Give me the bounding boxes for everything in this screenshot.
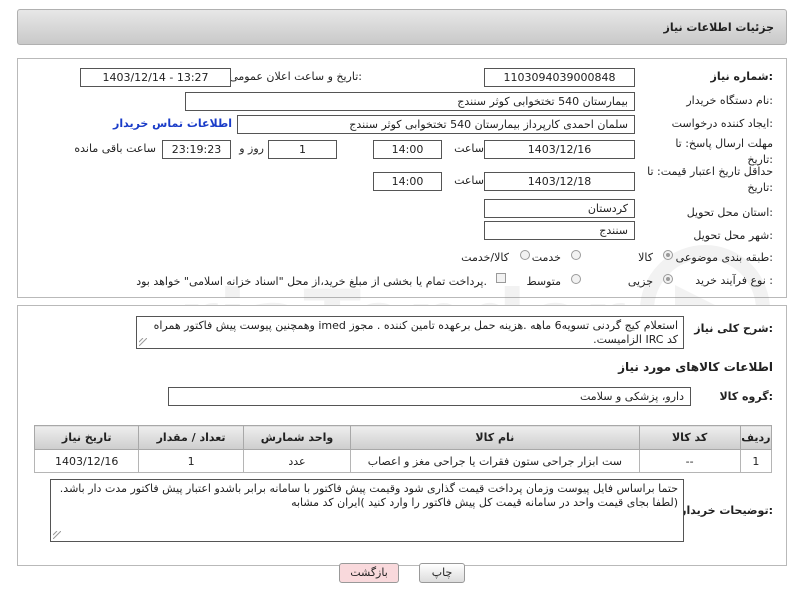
subject-category-label: طبقه بندی موضوعی: <box>675 251 773 264</box>
category-goods-service-label: کالا/خدمت <box>461 251 509 264</box>
category-goods-label: کالا <box>638 251 653 264</box>
item-name-cell: ست ابزار جراحی ستون فقرات یا جراحی مغز و… <box>350 449 640 473</box>
row-number-cell: 1 <box>739 449 773 473</box>
deadline-time-label: ساعت <box>454 142 484 155</box>
request-creator-label: ایجاد کننده درخواست: <box>671 117 773 130</box>
delivery-city-field: سنندج <box>484 221 635 240</box>
need-number-label: شماره نیاز: <box>710 70 773 83</box>
process-minor-radio[interactable] <box>663 274 673 284</box>
remaining-time-field: 23:19:23 <box>162 140 231 159</box>
page-title: جزئیات اطلاعات نیاز <box>663 21 775 34</box>
items-table: ردیف کد کالا نام کالا واحد شمارش تعداد /… <box>33 425 773 473</box>
col-quantity: تعداد / مقدار <box>138 425 244 450</box>
resize-grip-icon[interactable] <box>53 531 61 539</box>
col-item-name: نام کالا <box>350 425 640 450</box>
purchase-process-label: نوع فرآیند خرید : <box>695 274 773 287</box>
price-validity-label: حداقل تاریخ اعتبار قیمت: تا تاریخ: <box>647 165 773 194</box>
buyer-notes-label: توضیحات خریدار: <box>680 504 773 517</box>
remaining-time-label: ساعت باقی مانده <box>74 142 156 155</box>
category-goods-service-radio[interactable] <box>520 250 530 260</box>
need-summary-textarea[interactable]: استعلام کیج گردنی تسویه6 ماهه .هزینه حمل… <box>136 316 684 349</box>
buyer-org-label: نام دستگاه خریدار: <box>686 94 773 107</box>
resize-grip-icon[interactable] <box>139 338 147 346</box>
buyer-notes-textarea[interactable]: حتما براساس فایل پیوست وزمان پرداخت قیمت… <box>50 479 684 542</box>
col-item-code: کد کالا <box>638 425 741 450</box>
quantity-cell: 1 <box>138 449 244 473</box>
print-button[interactable]: چاپ <box>419 563 465 583</box>
delivery-province-field: کردستان <box>484 199 635 218</box>
item-code-cell: -- <box>638 449 741 473</box>
deadline-time-field: 14:00 <box>373 140 442 159</box>
page-header: جزئیات اطلاعات نیاز <box>17 9 787 45</box>
need-number-field: 1103094039000848 <box>484 68 635 87</box>
process-medium-radio[interactable] <box>571 274 581 284</box>
request-creator-field: سلمان احمدی کارپرداز بیمارستان 540 تختخو… <box>237 115 635 134</box>
item-group-label: گروه کالا: <box>719 390 773 403</box>
delivery-province-label: استان محل تحویل: <box>686 206 773 219</box>
items-section-title: اطلاعات کالاهای مورد نیاز <box>618 360 773 374</box>
col-need-date: تاریخ نیاز <box>33 425 140 450</box>
category-goods-radio[interactable] <box>663 250 673 260</box>
treasury-payment-checkbox[interactable] <box>496 273 506 283</box>
buyer-contact-link[interactable]: اطلاعات تماس خریدار <box>113 117 232 130</box>
need-date-cell: 1403/12/16 <box>33 449 140 473</box>
col-unit: واحد شمارش <box>242 425 352 450</box>
delivery-city-label: شهر محل تحویل: <box>693 229 773 242</box>
table-row: 1 -- ست ابزار جراحی ستون فقرات یا جراحی … <box>33 449 773 473</box>
process-medium-label: متوسط <box>526 275 561 288</box>
need-summary-label: شرح کلی نیاز: <box>694 322 773 335</box>
items-table-header: ردیف کد کالا نام کالا واحد شمارش تعداد /… <box>33 425 773 450</box>
price-validity-date-field: 1403/12/18 <box>484 172 635 191</box>
category-service-label: خدمت <box>531 251 561 264</box>
days-remaining-field: 1 <box>268 140 337 159</box>
announce-datetime-field: 1403/12/14 - 13:27 <box>80 68 231 87</box>
process-minor-label: جزیی <box>627 275 653 288</box>
price-validity-time-label: ساعت <box>454 174 484 187</box>
buyer-org-field: بیمارستان 540 تختخوابی کوثر سنندج <box>185 92 635 111</box>
need-summary-text: استعلام کیج گردنی تسویه6 ماهه .هزینه حمل… <box>153 319 678 346</box>
unit-cell: عدد <box>242 449 352 473</box>
col-row-number: ردیف <box>739 425 773 450</box>
days-and-label: روز و <box>239 142 264 155</box>
back-button[interactable]: بازگشت <box>339 563 399 583</box>
treasury-payment-note: پرداخت تمام یا بخشی از مبلغ خرید،از محل … <box>136 275 487 288</box>
category-service-radio[interactable] <box>571 250 581 260</box>
item-group-field: دارو، پزشکی و سلامت <box>168 387 691 406</box>
deadline-date-field: 1403/12/16 <box>484 140 635 159</box>
announce-datetime-label: تاریخ و ساعت اعلان عمومی: <box>229 70 362 83</box>
price-validity-time-field: 14:00 <box>373 172 442 191</box>
buyer-notes-text: حتما براساس فایل پیوست وزمان پرداخت قیمت… <box>59 482 678 509</box>
